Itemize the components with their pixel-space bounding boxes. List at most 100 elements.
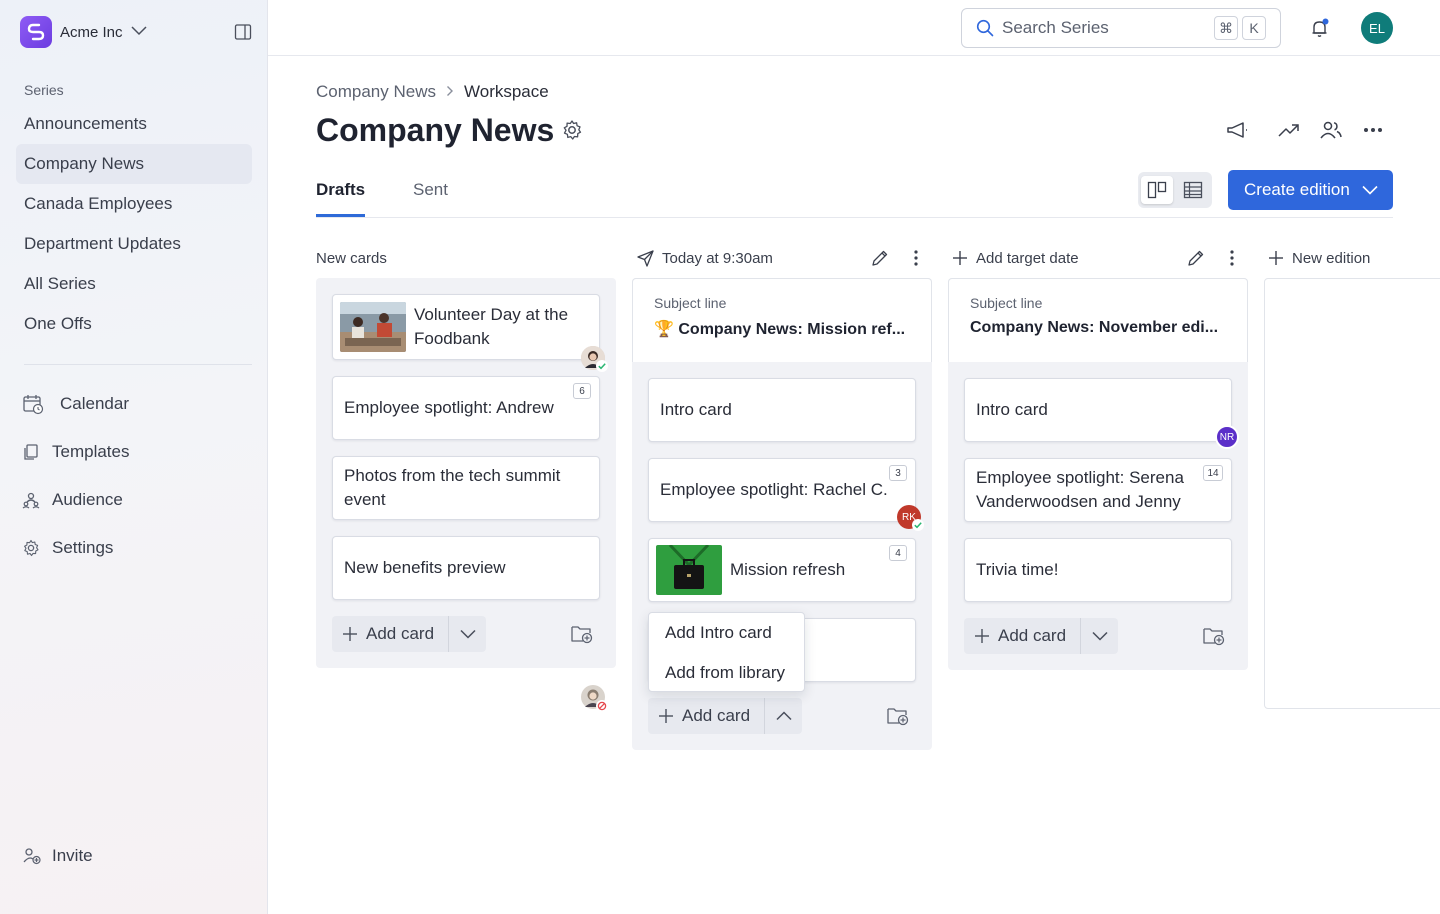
add-card-button[interactable]: Add card: [332, 616, 449, 652]
sidebar-item-settings[interactable]: Settings: [22, 524, 252, 572]
breadcrumb: Company News Workspace: [316, 82, 549, 102]
card-volunteer-day[interactable]: Volunteer Day at the Foodbank: [332, 294, 608, 372]
subject-line-label: Subject line: [654, 295, 727, 311]
tab-drafts[interactable]: Drafts: [316, 180, 365, 200]
approved-check-icon: [596, 360, 608, 372]
invite-button[interactable]: Invite: [22, 846, 93, 866]
comment-count-badge: 3: [889, 465, 907, 481]
card-employee-spotlight-andrew[interactable]: Employee spotlight: Andrew 6: [332, 376, 600, 440]
card-title: Mission refresh: [730, 560, 846, 579]
table-view-icon[interactable]: [1177, 176, 1209, 204]
card-title: Trivia time!: [976, 560, 1059, 579]
megaphone-icon[interactable]: [1225, 118, 1249, 142]
card-title: Employee spotlight: Rachel C.: [660, 480, 888, 499]
card-title: Intro card: [976, 400, 1048, 419]
column-heading-scheduled[interactable]: Today at 9:30am: [637, 248, 773, 268]
create-edition-label: Create edition: [1244, 180, 1350, 199]
add-target-date-button[interactable]: Add target date: [952, 248, 1079, 268]
edit-pencil-icon[interactable]: [1186, 248, 1206, 268]
analytics-trend-icon[interactable]: [1277, 118, 1301, 142]
new-edition-button[interactable]: New edition: [1268, 248, 1370, 268]
series-list: Announcements Company News Canada Employ…: [16, 104, 252, 344]
add-card-label: Add card: [998, 626, 1067, 645]
column-heading-text: Today at 9:30am: [662, 249, 773, 267]
add-card-button[interactable]: Add card: [964, 618, 1081, 654]
subject-line-header[interactable]: Subject line 🏆 Company News: Mission ref…: [632, 278, 932, 362]
plus-icon: [342, 626, 358, 642]
comment-count-badge: 4: [889, 545, 907, 561]
topbar: Search Series ⌘ K EL: [268, 0, 1440, 56]
subject-line-text: Company News: November edi...: [970, 319, 1219, 336]
sidebar: Acme Inc Series Announcements Company Ne…: [0, 0, 268, 914]
sidebar-item-one-offs[interactable]: One Offs: [16, 304, 252, 344]
page-title: Company News: [316, 112, 555, 148]
add-card-options-chevron-down-icon[interactable]: [1080, 618, 1119, 654]
card-title: Intro card: [660, 400, 732, 419]
collapse-sidebar-icon[interactable]: [234, 23, 252, 41]
user-avatar[interactable]: EL: [1361, 12, 1393, 44]
card-new-benefits-preview[interactable]: New benefits preview: [332, 536, 600, 600]
gear-icon: [22, 537, 40, 559]
board-view-icon[interactable]: [1141, 176, 1173, 204]
folder-add-icon[interactable]: [1202, 625, 1226, 647]
audience-icon: [22, 489, 40, 511]
plus-icon: [1268, 250, 1284, 266]
folder-add-icon[interactable]: [886, 705, 910, 727]
card-employee-spotlight-rachel[interactable]: Employee spotlight: Rachel C. 3 RK: [648, 458, 924, 531]
brand-logo: [20, 16, 52, 48]
search-icon: [976, 19, 994, 37]
more-horizontal-icon[interactable]: [1361, 118, 1385, 142]
add-card-options-chevron-up-icon[interactable]: [764, 698, 803, 734]
sidebar-item-calendar[interactable]: Calendar: [22, 380, 252, 428]
send-icon: [637, 249, 654, 267]
card-employee-spotlight-serena[interactable]: Employee spotlight: Serena Vanderwoodsen…: [964, 458, 1232, 522]
more-vertical-icon[interactable]: [906, 248, 926, 268]
sidebar-item-company-news[interactable]: Company News: [16, 144, 252, 184]
add-card-label: Add card: [682, 706, 751, 725]
members-icon[interactable]: [1319, 118, 1343, 142]
breadcrumb-current: Workspace: [464, 82, 549, 101]
card-intro[interactable]: Intro card: [648, 378, 916, 442]
templates-icon: [22, 441, 40, 463]
chevron-right-icon: [446, 82, 454, 102]
series-settings-gear-icon[interactable]: [561, 119, 583, 141]
add-card-button[interactable]: Add card: [648, 698, 765, 734]
column-new-cards: Volunteer Day at the Foodbank Employee s…: [316, 278, 616, 712]
search-placeholder: Search Series: [1002, 18, 1109, 37]
column-heading-text: Add target date: [976, 249, 1079, 267]
chevron-down-icon: [1362, 185, 1378, 195]
notification-bell-icon[interactable]: [1309, 17, 1331, 39]
card-tech-summit-photos[interactable]: Photos from the tech summit event: [332, 456, 608, 712]
menu-item-add-from-library[interactable]: Add from library: [649, 653, 804, 693]
create-edition-button[interactable]: Create edition: [1228, 170, 1393, 210]
edit-pencil-icon[interactable]: [870, 248, 890, 268]
sidebar-item-templates[interactable]: Templates: [22, 428, 252, 476]
sidebar-item-announcements[interactable]: Announcements: [16, 104, 252, 144]
tab-sent[interactable]: Sent: [413, 180, 448, 200]
invite-label: Invite: [52, 846, 93, 865]
new-edition-panel[interactable]: [1264, 278, 1440, 709]
card-mission-refresh[interactable]: Mission refresh 4: [648, 538, 916, 602]
sidebar-item-department-updates[interactable]: Department Updates: [16, 224, 252, 264]
menu-item-add-intro-card[interactable]: Add Intro card: [649, 613, 804, 653]
breadcrumb-item[interactable]: Company News: [316, 82, 436, 102]
subject-line-header[interactable]: Subject line Company News: November edi.…: [948, 278, 1248, 362]
sidebar-nav: Calendar Templates Audience Settings: [22, 380, 252, 572]
search-input[interactable]: Search Series ⌘ K: [961, 8, 1281, 48]
folder-add-icon[interactable]: [570, 623, 594, 645]
sidebar-item-label: Audience: [52, 490, 123, 509]
add-card-options-chevron-down-icon[interactable]: [448, 616, 487, 652]
sidebar-item-all-series[interactable]: All Series: [16, 264, 252, 304]
column-heading-text: New cards: [316, 249, 387, 267]
sidebar-item-canada-employees[interactable]: Canada Employees: [16, 184, 252, 224]
workspace-switcher[interactable]: Acme Inc: [20, 16, 147, 48]
card-trivia-time[interactable]: Trivia time!: [964, 538, 1232, 602]
more-vertical-icon[interactable]: [1222, 248, 1242, 268]
plus-icon: [658, 708, 674, 724]
add-card-group: Add card: [332, 616, 487, 652]
sidebar-item-audience[interactable]: Audience: [22, 476, 252, 524]
card-intro[interactable]: Intro card NR: [964, 378, 1239, 449]
add-card-group: Add card: [964, 618, 1119, 654]
column-draft-edition: Subject line Company News: November edi.…: [948, 278, 1248, 670]
sidebar-item-label: Templates: [52, 442, 130, 461]
